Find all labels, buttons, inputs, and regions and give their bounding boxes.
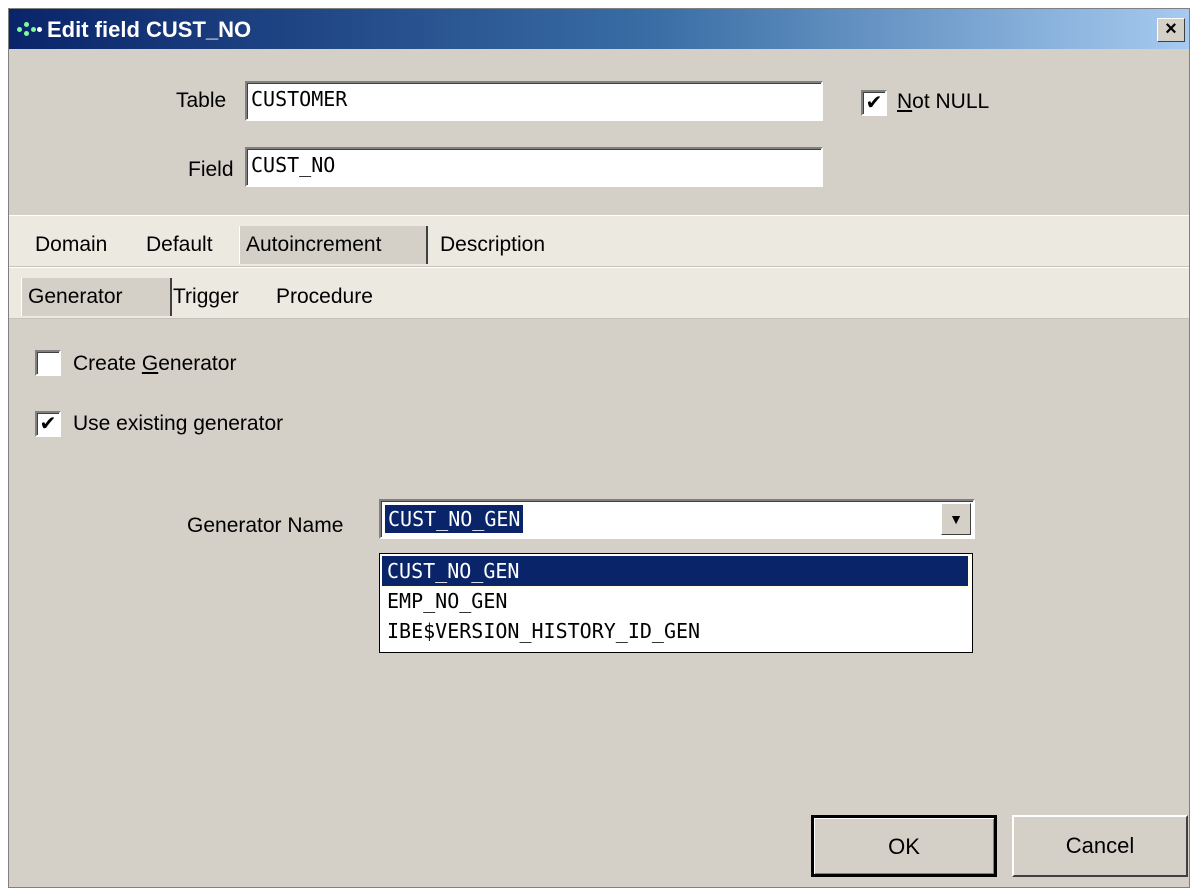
tab-default[interactable]: Default <box>140 226 219 264</box>
create-generator-label-post: enerator <box>158 352 237 375</box>
subtab-procedure[interactable]: Procedure <box>270 278 379 316</box>
tab-autoincrement[interactable]: Autoincrement <box>239 226 428 264</box>
field-input[interactable]: CUST_NO <box>245 147 823 187</box>
dropdown-option-emp-no-gen[interactable]: EMP_NO_GEN <box>382 586 968 616</box>
edit-field-dialog: Edit field CUST_NO × Table CUSTOMER ✔ No… <box>8 8 1190 888</box>
close-icon: × <box>1165 18 1177 40</box>
generator-dropdown-list: CUST_NO_GEN EMP_NO_GEN IBE$VERSION_HISTO… <box>379 553 973 653</box>
ok-button[interactable]: OK <box>811 815 997 877</box>
not-null-label[interactable]: Not NULL <box>897 90 989 114</box>
app-icon <box>17 21 42 37</box>
create-generator-accelerator: G <box>141 352 159 375</box>
cancel-button[interactable]: Cancel <box>1012 815 1188 877</box>
generator-name-label: Generator Name <box>187 514 344 537</box>
generator-subtabs: Generator Trigger Procedure <box>9 267 1189 319</box>
use-existing-generator-label[interactable]: Use existing generator <box>73 412 283 436</box>
close-button[interactable]: × <box>1157 18 1185 42</box>
window-title: Edit field CUST_NO <box>47 17 252 42</box>
table-input[interactable]: CUSTOMER <box>245 81 823 121</box>
table-label: Table <box>176 89 227 112</box>
tab-domain[interactable]: Domain <box>29 226 113 264</box>
create-generator-label-pre: Create <box>73 352 142 375</box>
not-null-accelerator: N <box>897 90 913 113</box>
chevron-down-icon: ▼ <box>949 511 963 527</box>
generator-name-combobox[interactable]: CUST_NO_GEN ▼ <box>379 499 975 539</box>
subtab-generator[interactable]: Generator <box>21 278 172 316</box>
title-bar[interactable]: Edit field CUST_NO × <box>9 9 1189 49</box>
check-icon: ✔ <box>865 92 883 114</box>
not-null-checkbox[interactable]: ✔ <box>861 90 887 116</box>
subtab-trigger[interactable]: Trigger <box>167 278 245 316</box>
create-generator-checkbox[interactable] <box>35 350 61 376</box>
main-tabs: Domain Default Autoincrement Description <box>9 215 1189 267</box>
generator-name-value: CUST_NO_GEN <box>385 505 524 533</box>
check-icon: ✔ <box>39 413 57 435</box>
dropdown-button[interactable]: ▼ <box>941 503 971 535</box>
create-generator-label[interactable]: Create Generator <box>73 352 236 376</box>
not-null-label-text: ot NULL <box>912 90 990 113</box>
tab-description[interactable]: Description <box>434 226 551 264</box>
use-existing-generator-checkbox[interactable]: ✔ <box>35 411 61 437</box>
dropdown-option-cust-no-gen[interactable]: CUST_NO_GEN <box>381 555 969 587</box>
field-label: Field <box>188 158 234 181</box>
dropdown-option-ibe-version-history-id-gen[interactable]: IBE$VERSION_HISTORY_ID_GEN <box>382 616 968 646</box>
